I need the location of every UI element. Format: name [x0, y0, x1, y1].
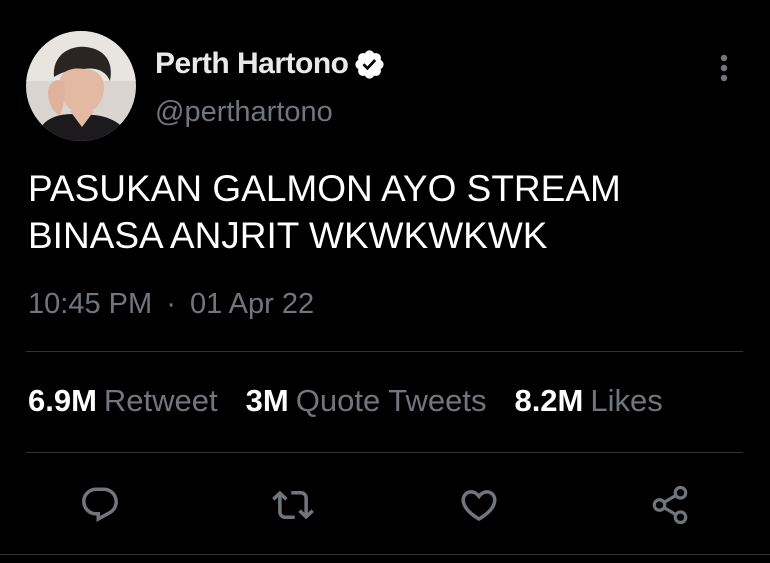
more-options-icon[interactable] [710, 52, 738, 84]
like-button[interactable] [456, 482, 502, 528]
display-name[interactable]: Perth Hartono [155, 47, 349, 81]
verified-badge-icon [353, 48, 386, 81]
share-button[interactable] [647, 482, 693, 528]
tweet-timestamp: 10:45 PM · 01 Apr 22 [28, 288, 314, 321]
divider [26, 452, 743, 453]
user-handle[interactable]: @perthartono [155, 96, 333, 129]
name-row: Perth Hartono [155, 44, 386, 84]
like-count-link[interactable]: 8.2M Likes [514, 383, 662, 419]
avatar-image [26, 31, 136, 141]
engagement-stats: 6.9M Retweet 3M Quote Tweets 8.2M Likes [28, 383, 663, 419]
like-label: Likes [590, 383, 663, 418]
tweet-time-link[interactable]: 10:45 PM [28, 288, 152, 320]
reply-icon [79, 484, 121, 526]
tweet-card: Perth Hartono @perthartono PASUKAN GALMO… [0, 0, 770, 563]
timestamp-separator: · [166, 288, 176, 320]
reply-button[interactable] [77, 482, 123, 528]
retweet-label: Retweet [103, 383, 218, 418]
divider [26, 351, 743, 352]
quote-tweet-label: Quote Tweets [295, 383, 487, 418]
share-icon [649, 484, 691, 526]
divider [0, 554, 770, 555]
tweet-text: PASUKAN GALMON AYO STREAM BINASA ANJRIT … [28, 168, 621, 256]
like-icon [458, 484, 500, 526]
like-count: 8.2M [514, 383, 584, 418]
quote-tweet-count-link[interactable]: 3M Quote Tweets [246, 383, 487, 419]
quote-tweet-count: 3M [245, 383, 289, 418]
retweet-button[interactable] [270, 482, 316, 528]
retweet-count-link[interactable]: 6.9M Retweet [28, 383, 218, 419]
avatar[interactable] [26, 31, 136, 141]
retweet-icon [272, 484, 314, 526]
retweet-count: 6.9M [28, 383, 97, 418]
tweet-date-link[interactable]: 01 Apr 22 [190, 288, 314, 320]
